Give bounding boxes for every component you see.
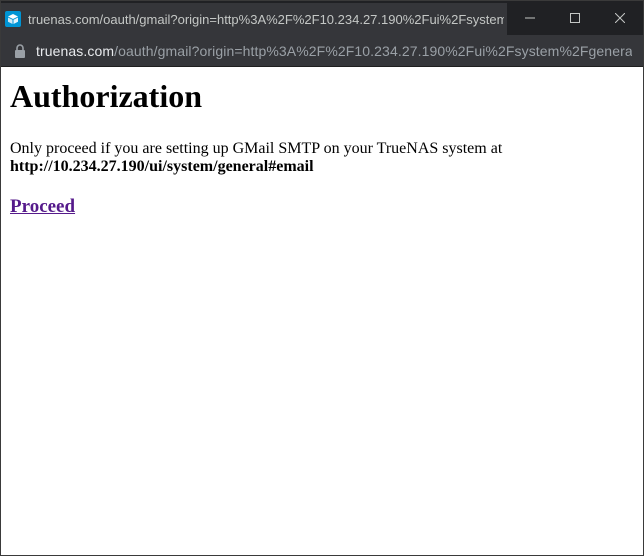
proceed-link[interactable]: Proceed (10, 196, 75, 217)
url-host: truenas.com (36, 42, 115, 59)
maximize-button[interactable] (552, 1, 597, 35)
close-icon (614, 13, 625, 23)
url-path: /oauth/gmail?origin=http%3A%2F%2F10.234.… (114, 42, 632, 59)
origin-url: http://10.234.27.190/ui/system/general#e… (10, 158, 314, 175)
minimize-button[interactable] (507, 1, 552, 35)
instruction-text: Only proceed if you are setting up GMail… (10, 140, 634, 176)
window-controls (507, 1, 642, 35)
close-button[interactable] (597, 1, 642, 35)
page-title: Authorization (10, 78, 202, 114)
instruction-message: Only proceed if you are setting up GMail… (10, 140, 503, 157)
lock-icon[interactable] (14, 43, 26, 58)
truenas-logo-icon (5, 11, 21, 27)
address-bar[interactable]: truenas.com/oauth/gmail?origin=http%3A%2… (1, 35, 643, 67)
minimize-icon (524, 17, 535, 19)
tab-title: truenas.com/oauth/gmail?origin=http%3A%2… (28, 11, 504, 27)
maximize-icon (569, 13, 580, 23)
tab[interactable]: truenas.com/oauth/gmail?origin=http%3A%2… (1, 3, 507, 35)
proceed-container: Proceed (10, 196, 634, 218)
title-bar: truenas.com/oauth/gmail?origin=http%3A%2… (1, 1, 643, 35)
browser-popup-window: truenas.com/oauth/gmail?origin=http%3A%2… (0, 0, 644, 556)
page-content: Authorization Only proceed if you are se… (1, 67, 643, 555)
url-text[interactable]: truenas.com/oauth/gmail?origin=http%3A%2… (36, 43, 632, 59)
